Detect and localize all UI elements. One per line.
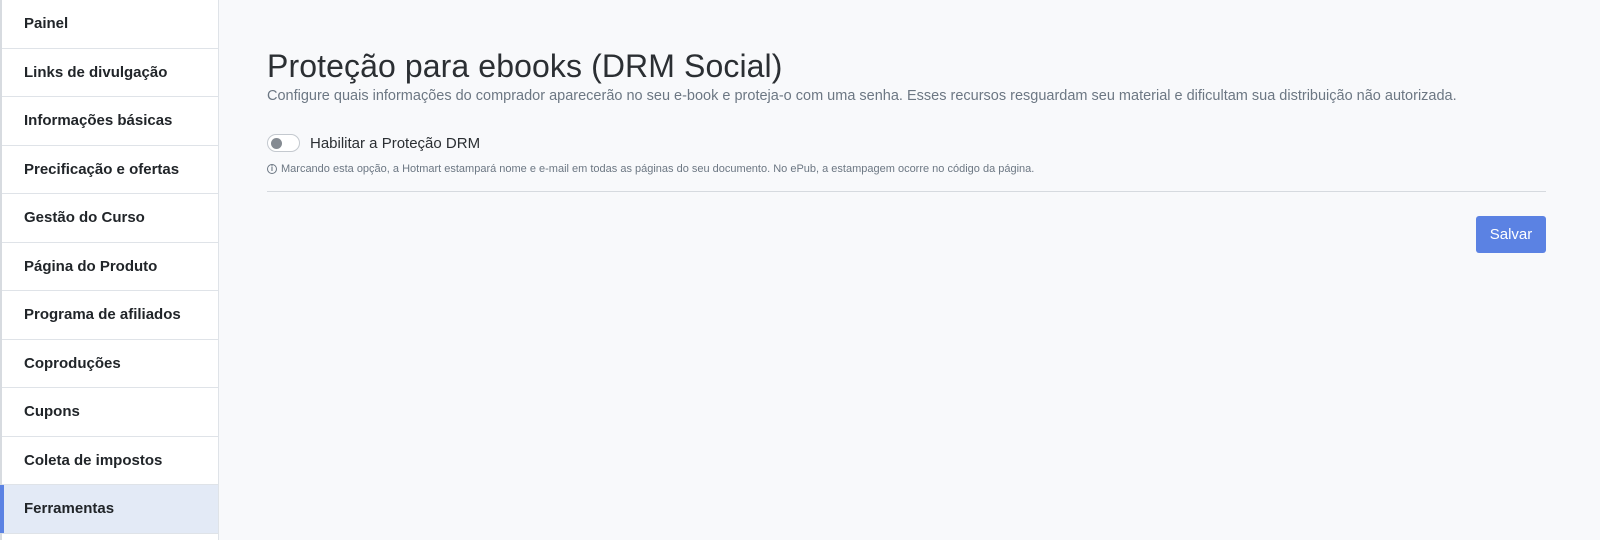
sidebar-item-informacoes-basicas[interactable]: Informações básicas <box>2 97 218 146</box>
sidebar-item-label: Painel <box>24 15 69 33</box>
sidebar-item-cupons[interactable]: Cupons <box>2 388 218 437</box>
sidebar-item-label: Coleta de impostos <box>24 451 163 469</box>
sidebar-item-label: Precificação e ofertas <box>24 160 180 178</box>
drm-toggle-label[interactable]: Habilitar a Proteção DRM <box>310 135 480 152</box>
sidebar-item-links-de-divulgacao[interactable]: Links de divulgação <box>2 49 218 97</box>
main-content: Proteção para ebooks (DRM Social) Config… <box>219 0 1600 540</box>
app-window: Painel Links de divulgação Informações b… <box>0 0 1600 540</box>
sidebar-item-label: Informações básicas <box>24 112 173 130</box>
sidebar-item-programa-de-afiliados[interactable]: Programa de afiliados <box>2 291 218 340</box>
sidebar: Painel Links de divulgação Informações b… <box>0 0 219 540</box>
page-subtitle: Configure quais informações do comprador… <box>267 88 1457 104</box>
save-button[interactable]: Salvar <box>1476 216 1546 253</box>
sidebar-item-label: Página do Produto <box>24 257 158 275</box>
sidebar-item-precificacao-e-ofertas[interactable]: Precificação e ofertas <box>2 146 218 194</box>
sidebar-item-pagina-do-produto[interactable]: Página do Produto <box>2 243 218 291</box>
info-icon: i <box>267 164 277 174</box>
sidebar-item-label: Cupons <box>24 403 80 421</box>
drm-hint: i Marcando esta opção, a Hotmart estampa… <box>267 163 1034 175</box>
drm-hint-text: Marcando esta opção, a Hotmart estampará… <box>281 163 1035 175</box>
sidebar-item-label: Gestão do Curso <box>24 209 145 227</box>
sidebar-item-label: Links de divulgação <box>24 63 168 81</box>
sidebar-item-label: Programa de afiliados <box>24 306 181 324</box>
sidebar-item-ferramentas[interactable]: Ferramentas <box>0 485 218 534</box>
page-title: Proteção para ebooks (DRM Social) <box>267 48 783 84</box>
toggle-knob <box>271 138 282 149</box>
sidebar-item-gestao-do-curso[interactable]: Gestão do Curso <box>2 194 218 243</box>
divider <box>267 191 1546 192</box>
sidebar-item-coproducoes[interactable]: Coproduções <box>2 340 218 388</box>
sidebar-item-label: Coproduções <box>24 354 121 372</box>
sidebar-item-label: Ferramentas <box>24 500 115 518</box>
sidebar-item-painel[interactable]: Painel <box>2 0 218 49</box>
drm-toggle-row: Habilitar a Proteção DRM <box>267 134 480 152</box>
drm-toggle-switch[interactable] <box>267 134 300 152</box>
sidebar-item-coleta-de-impostos[interactable]: Coleta de impostos <box>2 437 218 485</box>
